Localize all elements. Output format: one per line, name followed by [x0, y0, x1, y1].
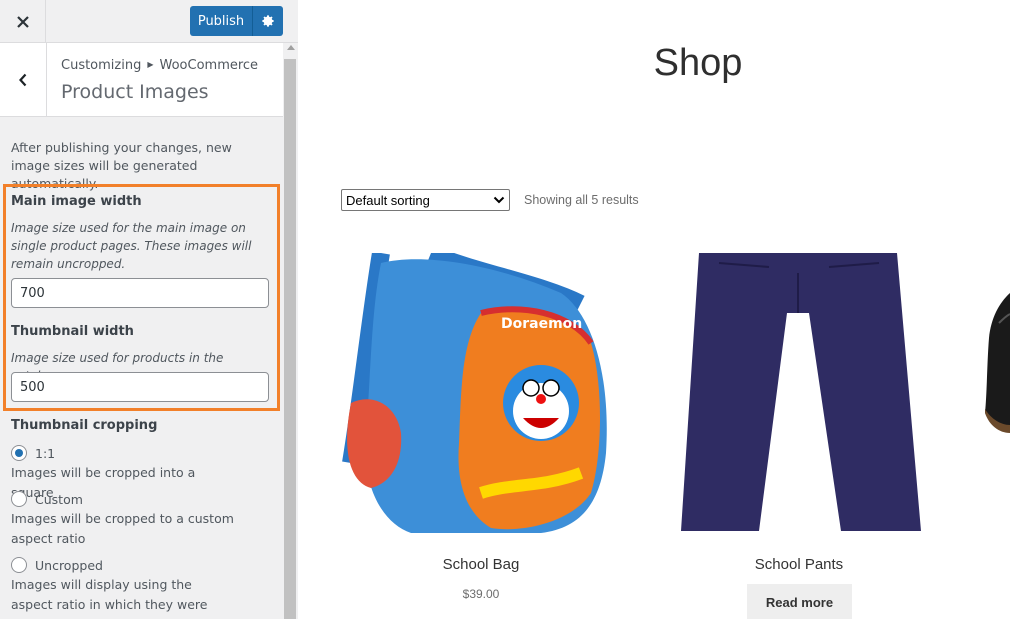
radio-description: Images will display using the aspect rat… [11, 577, 208, 619]
publish-settings-button[interactable] [253, 6, 283, 36]
radio-label: Uncropped [35, 557, 103, 573]
triangle-right-icon: ▶ [147, 60, 154, 69]
breadcrumb-parent: WooCommerce [159, 58, 259, 73]
publish-button[interactable]: Publish [190, 6, 253, 36]
site-preview: Shop Default sorting Showing all 5 resul… [299, 0, 1010, 619]
customizer-sidebar: Publish Customizing ▶ WooCommerce Product … [0, 0, 298, 619]
radio-custom[interactable] [11, 491, 27, 507]
school-pants-image[interactable] [659, 253, 939, 533]
backpack-illustration: Doraemon [341, 253, 621, 533]
breadcrumb-root: Customizing [61, 58, 142, 73]
thumbnail-width-label: Thumbnail width [11, 324, 134, 339]
product-name[interactable]: School Bag [341, 556, 621, 573]
close-customizer-button[interactable] [0, 0, 46, 43]
thumbnail-width-input[interactable]: 500 [11, 372, 269, 402]
customizer-header: Publish [0, 0, 298, 43]
radio-1-1[interactable] [11, 445, 27, 461]
school-bag-image[interactable]: Doraemon [341, 253, 621, 533]
svg-text:Doraemon: Doraemon [501, 316, 582, 332]
scroll-up-arrow-icon[interactable] [287, 45, 295, 50]
sorting-select[interactable]: Default sorting [341, 189, 510, 211]
shop-title: Shop [653, 42, 743, 84]
radio-uncropped[interactable] [11, 557, 27, 573]
page-title: Product Images [61, 81, 209, 103]
main-image-width-input[interactable]: 700 [11, 278, 269, 308]
thumbnail-cropping-label: Thumbnail cropping [11, 418, 158, 433]
crop-option-1-1[interactable]: 1:1 [11, 445, 55, 461]
sidebar-scrollbar[interactable] [283, 43, 298, 619]
product-price: $39.00 [462, 587, 500, 601]
shoe-illustration [979, 253, 1010, 533]
gear-icon [262, 15, 274, 27]
breadcrumb: Customizing ▶ WooCommerce [61, 58, 258, 73]
main-image-width-description: Image size used for the main image on si… [11, 221, 252, 271]
section-header: Customizing ▶ WooCommerce Product Images [0, 43, 283, 117]
shoe-image[interactable] [979, 253, 1010, 533]
scroll-thumb[interactable] [284, 59, 296, 619]
product-name[interactable]: School Pants [659, 556, 939, 573]
radio-label: Custom [35, 491, 83, 507]
results-count: Showing all 5 results [524, 193, 639, 207]
read-more-button[interactable]: Read more [747, 584, 852, 619]
chevron-left-icon [19, 73, 27, 86]
radio-description: Images will be cropped to a custom aspec… [11, 511, 234, 546]
sorting-selected-value: Default sorting [346, 192, 430, 208]
chevron-down-icon [493, 196, 505, 204]
back-button[interactable] [0, 43, 47, 116]
close-icon [16, 15, 29, 28]
radio-label: 1:1 [35, 445, 56, 461]
crop-option-uncropped[interactable]: Uncropped [11, 557, 103, 573]
publish-button-group: Publish [190, 6, 283, 36]
main-image-width-label: Main image width [11, 194, 142, 209]
pants-illustration [659, 253, 939, 533]
crop-option-custom[interactable]: Custom [11, 491, 83, 507]
